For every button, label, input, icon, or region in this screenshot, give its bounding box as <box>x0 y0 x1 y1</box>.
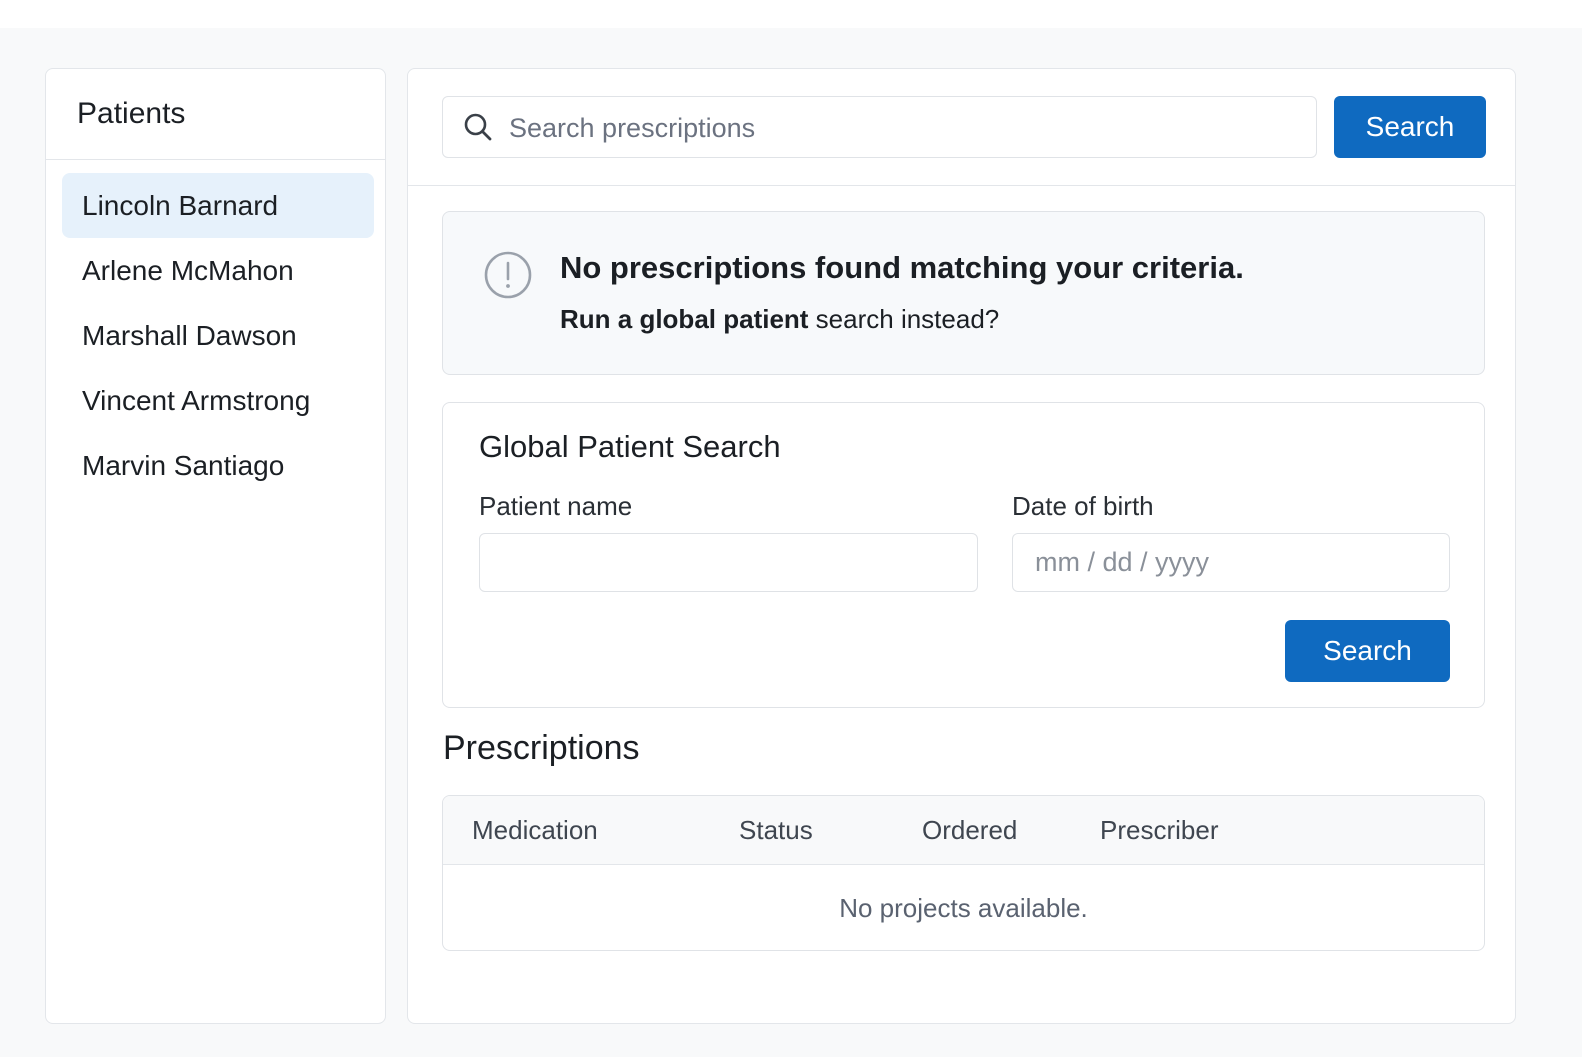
main-panel: Search No prescriptions found matching y… <box>407 68 1516 1024</box>
patient-name-input[interactable] <box>479 533 978 592</box>
alert-subtext-rest: search instead? <box>808 304 1000 334</box>
prescriptions-title: Prescriptions <box>443 729 640 767</box>
column-header-status[interactable]: Status <box>739 796 813 864</box>
patient-item-arlene-mcmahon[interactable]: Arlene McMahon <box>62 238 374 303</box>
search-bar[interactable] <box>442 96 1317 159</box>
column-header-prescriber[interactable]: Prescriber <box>1100 796 1218 864</box>
patients-sidebar: Patients Lincoln Barnard Arlene McMahon … <box>45 68 386 1024</box>
search-input[interactable] <box>507 97 1301 159</box>
table-header: Medication Status Ordered Prescriber <box>443 796 1484 865</box>
alert-subtext: Run a global patient search instead? <box>560 304 999 335</box>
global-search-button[interactable]: Search <box>1285 620 1450 682</box>
patient-item-marvin-santiago[interactable]: Marvin Santiago <box>62 433 374 498</box>
column-header-medication[interactable]: Medication <box>472 796 598 864</box>
empty-table-message: No projects available. <box>839 893 1088 923</box>
date-of-birth-label: Date of birth <box>1012 491 1154 521</box>
patient-name-label: Patient name <box>479 491 633 521</box>
patient-item-lincoln-barnard[interactable]: Lincoln Barnard <box>62 173 374 238</box>
no-results-alert: No prescriptions found matching your cri… <box>442 211 1485 375</box>
column-header-ordered[interactable]: Ordered <box>922 796 1017 864</box>
date-of-birth-input[interactable] <box>1012 533 1450 592</box>
global-search-title: Global Patient Search <box>479 429 781 464</box>
patient-item-marshall-dawson[interactable]: Marshall Dawson <box>62 303 374 368</box>
sidebar-divider <box>46 159 385 160</box>
global-search-link[interactable]: Run a global patient <box>560 304 808 334</box>
exclamation-circle-icon <box>483 250 533 300</box>
patient-list: Lincoln Barnard Arlene McMahon Marshall … <box>62 173 374 498</box>
prescriptions-table: Medication Status Ordered Prescriber No … <box>442 795 1485 951</box>
alert-title: No prescriptions found matching your cri… <box>560 250 1244 285</box>
sidebar-title: Patients <box>77 97 186 130</box>
patient-item-vincent-armstrong[interactable]: Vincent Armstrong <box>62 368 374 433</box>
global-patient-search-card: Global Patient Search Patient name Date … <box>442 402 1485 708</box>
header-divider <box>408 185 1515 186</box>
search-button[interactable]: Search <box>1334 96 1486 158</box>
search-icon <box>463 112 493 142</box>
